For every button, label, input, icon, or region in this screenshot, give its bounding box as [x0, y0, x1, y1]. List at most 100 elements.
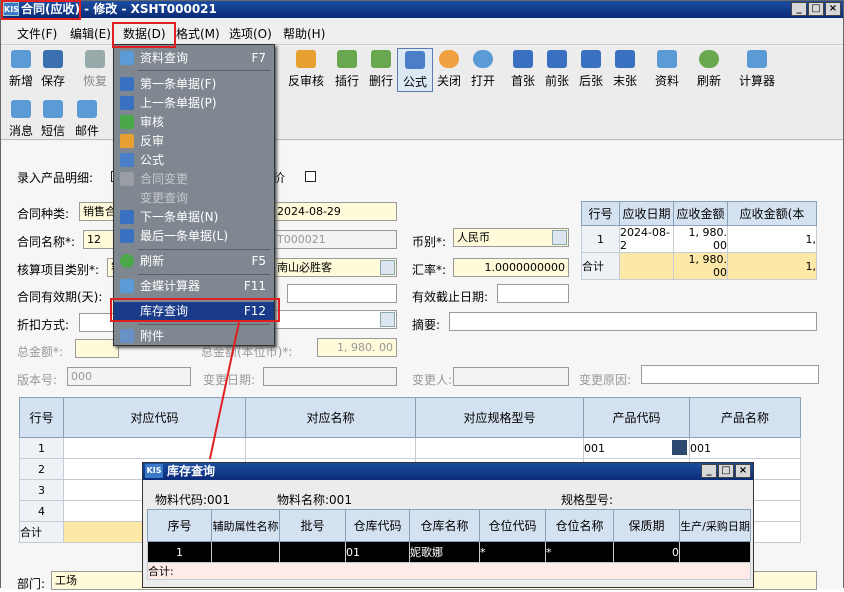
menu-item-audit[interactable]: 审核 — [114, 113, 274, 132]
summary-field[interactable] — [449, 312, 817, 331]
date-field[interactable]: 2024-08-29 — [273, 202, 397, 221]
menu-item-contract-change[interactable]: 合同变更 — [114, 170, 274, 189]
sms-button[interactable]: 短信 — [35, 98, 71, 142]
menu-options[interactable]: 选项(O) — [229, 25, 272, 42]
close-icon[interactable]: × — [825, 2, 841, 16]
menu-item-calculator[interactable]: 金蝶计算器 F11 — [114, 277, 274, 296]
end-date-field[interactable] — [497, 284, 569, 303]
detail-cell[interactable] — [245, 437, 416, 459]
dept-label: 部门: — [17, 577, 46, 591]
inventory-grid[interactable]: 序号 辅助属性名称 批号 仓库代码 仓库名称 仓位代码 仓位名称 保质期 生产/… — [147, 509, 751, 580]
close-button[interactable]: 关闭 — [431, 48, 467, 92]
total-base-field[interactable]: 1, 980. 00 — [317, 338, 397, 357]
menu-item-unaudit[interactable]: 反审 — [114, 132, 274, 151]
menu-help[interactable]: 帮助(H) — [283, 25, 325, 42]
menu-item-prev-record[interactable]: 上一条单据(P) — [114, 94, 274, 113]
maximize-icon[interactable]: □ — [808, 2, 824, 16]
product-code-cell[interactable]: 001 — [583, 437, 690, 459]
inventory-row[interactable]: 1 01 妮歌娜 * * 0 — [147, 541, 751, 563]
product-name-cell[interactable]: 001 — [689, 437, 801, 459]
menu-file[interactable]: 文件(F) — [17, 25, 57, 42]
message-button[interactable]: 消息 — [3, 98, 39, 142]
inv-header-shelf-life: 保质期 — [613, 509, 680, 542]
product-code-value: 001 — [584, 441, 605, 455]
inv-cell-location-name: * — [545, 541, 614, 563]
last-button[interactable]: 末张 — [607, 48, 643, 92]
lookup-icon[interactable] — [672, 440, 687, 455]
menu-item-label: 最后一条单据(L) — [140, 229, 229, 243]
discount-extra-field[interactable] — [273, 310, 397, 329]
insert-row-button[interactable]: 插行 — [329, 48, 365, 92]
data-label: 资料 — [654, 74, 679, 88]
rate-field[interactable]: 1.0000000000 — [453, 258, 569, 277]
change-reason-field[interactable] — [641, 365, 819, 384]
change-date-field[interactable] — [263, 367, 397, 386]
first-button[interactable]: 首张 — [505, 48, 541, 92]
menu-item-label: 下一条单据(N) — [140, 210, 219, 224]
menu-item-refresh[interactable]: 刷新 F5 — [114, 252, 274, 271]
open-button[interactable]: 打开 — [465, 48, 501, 92]
close-icon[interactable]: × — [735, 464, 751, 478]
currency-field[interactable]: 人民币 — [453, 228, 569, 247]
minimize-icon[interactable]: _ — [791, 2, 807, 16]
title-bar[interactable]: KIS 合同(应收) - 修改 - XSHT000021 _ □ × — [1, 1, 843, 18]
new-button[interactable]: 新增 — [3, 48, 39, 92]
lookup-icon[interactable] — [552, 230, 567, 245]
lookup-icon[interactable] — [380, 312, 395, 327]
ar-date-cell[interactable]: 2024-08-2 — [619, 225, 674, 253]
next-button[interactable]: 后张 — [573, 48, 609, 92]
formula-button[interactable]: 公式 — [397, 48, 433, 92]
inv-header-date: 生产/采购日期 — [679, 509, 751, 542]
maximize-icon[interactable]: □ — [718, 464, 734, 478]
minimize-icon[interactable]: _ — [701, 464, 717, 478]
material-name-label: 物料名称:001 — [277, 493, 352, 507]
detail-row[interactable]: 1 001 001 — [19, 437, 801, 459]
ar-amount-base-cell[interactable]: 1, — [727, 225, 817, 253]
menu-item-change-query[interactable]: 变更查询 — [114, 189, 274, 208]
valid-days-extra-field[interactable] — [287, 284, 397, 303]
version-label: 版本号: — [17, 373, 58, 387]
inventory-title-bar[interactable]: KIS 库存查询 _ □ × — [143, 463, 753, 480]
ar-total-label: 合计 — [581, 252, 620, 280]
changer-field[interactable] — [453, 367, 569, 386]
menu-item-formula[interactable]: 公式 — [114, 151, 274, 170]
prev-icon — [547, 50, 567, 68]
menu-item-data-query[interactable]: 资料查询 F7 — [114, 49, 274, 68]
delete-row-button[interactable]: 删行 — [363, 48, 399, 92]
detail-cell[interactable] — [415, 437, 584, 459]
prev-button[interactable]: 前张 — [539, 48, 575, 92]
app-icon: KIS — [145, 464, 163, 478]
menu-edit[interactable]: 编辑(E) — [70, 25, 111, 42]
restore-icon — [85, 50, 105, 68]
refresh-button[interactable]: 刷新 — [691, 48, 727, 92]
customer-field[interactable]: 南山必胜客 — [273, 258, 397, 277]
menu-item-next-record[interactable]: 下一条单据(N) — [114, 208, 274, 227]
detail-header-name: 对应名称 — [245, 397, 416, 438]
save-button[interactable]: 保存 — [35, 48, 71, 92]
ar-amount-cell[interactable]: 1, 980. 00 — [673, 225, 728, 253]
restore-button[interactable]: 恢复 — [77, 48, 113, 92]
menu-item-attachment[interactable]: 附件 — [114, 327, 274, 346]
detail-header-product-name: 产品名称 — [689, 397, 801, 438]
version-field[interactable]: 000 — [67, 367, 191, 386]
ar-grid[interactable]: 行号 应收日期 应收金额 应收金额(本 1 2024-08-2 1, 980. … — [581, 201, 817, 280]
detail-cell[interactable] — [63, 437, 246, 459]
code-field[interactable]: T000021 — [273, 230, 397, 249]
menu-item-first-record[interactable]: 第一条单据(F) — [114, 75, 274, 94]
menu-format[interactable]: 格式(M) — [176, 25, 220, 42]
menu-item-label: 审核 — [140, 115, 165, 129]
menu-item-label: 刷新 — [140, 254, 165, 268]
restore-label: 恢复 — [82, 74, 107, 88]
email-button[interactable]: 邮件 — [69, 98, 105, 142]
price-checkbox[interactable] — [305, 171, 316, 182]
data-button[interactable]: 资料 — [649, 48, 685, 92]
close-doc-icon — [439, 50, 459, 68]
menu-separator — [138, 249, 270, 250]
calculator-button[interactable]: 计算器 — [735, 48, 779, 92]
change-reason-label: 变更原因: — [579, 373, 632, 387]
inv-cell-seq: 1 — [147, 541, 212, 563]
menu-item-last-record[interactable]: 最后一条单据(L) — [114, 227, 274, 246]
unaudit-button[interactable]: 反审核 — [285, 48, 327, 92]
lookup-icon[interactable] — [380, 260, 395, 275]
end-date-label: 有效截止日期: — [412, 290, 489, 304]
